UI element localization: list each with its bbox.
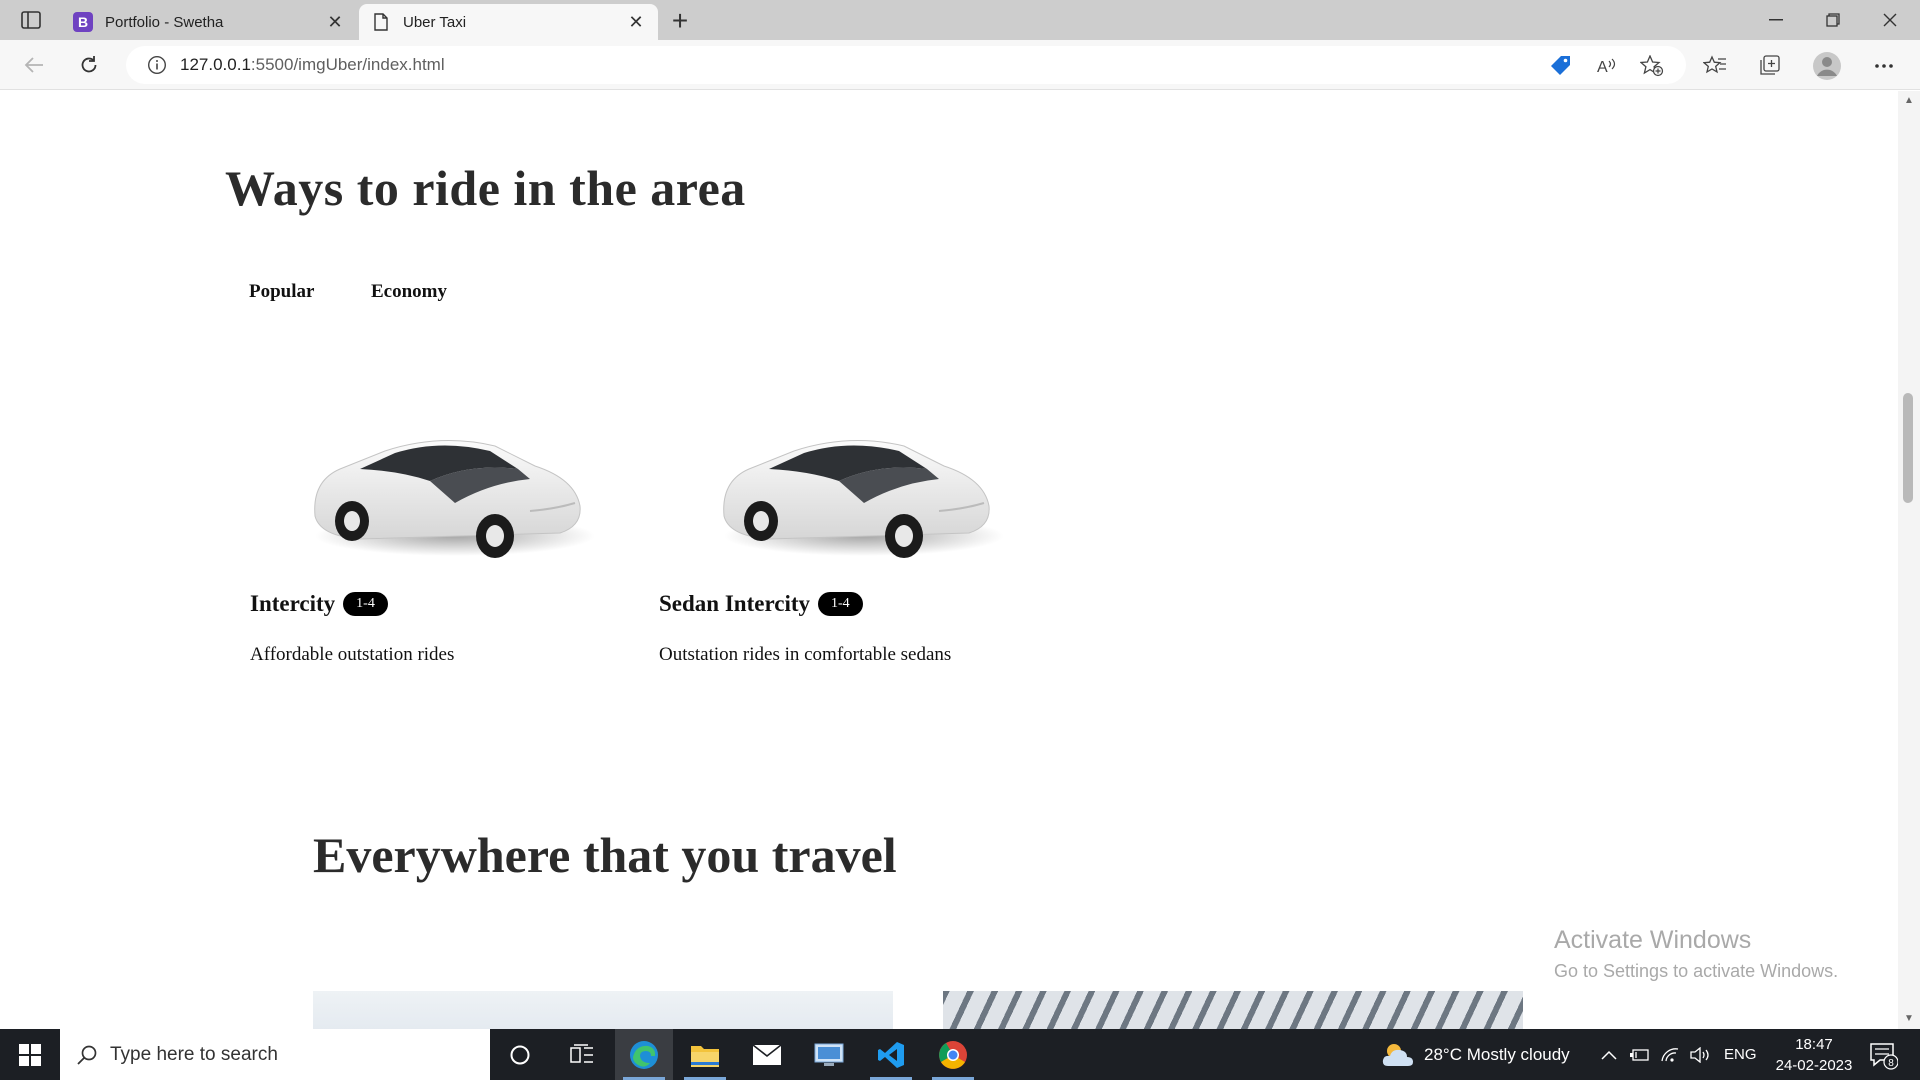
ride-card-title: Intercity 1-4	[250, 591, 388, 617]
mail-icon[interactable]	[738, 1029, 796, 1080]
url-text: 127.0.0.1:5500/imgUber/index.html	[180, 55, 445, 75]
ride-tab-popular[interactable]: Popular	[249, 281, 314, 303]
svg-text:A: A	[1597, 59, 1608, 76]
ride-card-intercity[interactable]: Intercity 1-4 Affordable outstation ride…	[250, 411, 630, 731]
language-indicator[interactable]: ENG	[1724, 1029, 1757, 1080]
capacity-badge: 1-4	[818, 592, 863, 616]
travel-heading: Everywhere that you travel	[313, 827, 897, 883]
collections-icon[interactable]	[1754, 50, 1786, 82]
add-favorite-icon[interactable]	[1636, 50, 1668, 82]
cloudy-weather-icon	[1382, 1043, 1413, 1066]
ride-card-title: Sedan Intercity 1-4	[659, 591, 863, 617]
activate-windows-watermark: Activate Windows Go to Settings to activ…	[1554, 926, 1838, 982]
ride-name: Intercity	[250, 591, 336, 616]
car-image	[314, 440, 595, 558]
volume-icon[interactable]	[1690, 1029, 1712, 1080]
url-host: 127.0.0.1	[180, 55, 251, 74]
browser-toolbar: 127.0.0.1:5500/imgUber/index.html A	[0, 40, 1920, 90]
windows-start-icon[interactable]	[0, 1029, 60, 1080]
url-path: :5500/imgUber/index.html	[250, 55, 445, 74]
remote-desktop-icon[interactable]	[800, 1029, 858, 1080]
clock-time: 18:47	[1795, 1036, 1833, 1053]
edge-icon[interactable]	[615, 1029, 673, 1080]
battery-icon[interactable]	[1630, 1029, 1650, 1080]
close-tab-icon[interactable]: ✕	[622, 8, 650, 36]
travel-photo-right	[943, 991, 1523, 1029]
weather-text: 28°C Mostly cloudy	[1424, 1044, 1570, 1064]
close-tab-icon[interactable]: ✕	[321, 8, 349, 36]
back-icon[interactable]	[16, 48, 52, 82]
watermark-title: Activate Windows	[1554, 926, 1752, 954]
windows-taskbar: Type here to search 28°C Mostly cloudy E…	[0, 1029, 1920, 1080]
file-explorer-icon[interactable]	[676, 1029, 734, 1080]
profile-avatar-icon[interactable]	[1811, 50, 1843, 82]
browser-tab-bar: B Portfolio - Swetha ✕ Uber Taxi ✕ +	[0, 0, 1920, 40]
watermark-subtitle: Go to Settings to activate Windows.	[1554, 961, 1839, 981]
notification-center-icon[interactable]: 8	[1868, 1040, 1899, 1070]
search-icon	[74, 1042, 100, 1068]
clock-date: 24-02-2023	[1775, 1057, 1853, 1074]
scroll-down-icon[interactable]: ▼	[1903, 1013, 1915, 1025]
chrome-icon[interactable]	[924, 1029, 982, 1080]
scroll-up-icon[interactable]: ▲	[1903, 95, 1915, 107]
notification-count: 8	[1888, 1058, 1894, 1069]
tab-portfolio[interactable]: B Portfolio - Swetha ✕	[61, 4, 357, 40]
tab-actions-icon[interactable]	[14, 8, 48, 32]
tab-uber-taxi[interactable]: Uber Taxi ✕	[359, 4, 658, 40]
tab-title: Uber Taxi	[403, 13, 467, 31]
ride-description: Outstation rides in comfortable sedans	[659, 644, 952, 665]
wifi-icon[interactable]	[1660, 1029, 1680, 1080]
cortana-icon[interactable]	[491, 1029, 549, 1080]
system-clock[interactable]: 18:47 24-02-2023	[1764, 1034, 1864, 1076]
ride-description: Affordable outstation rides	[250, 644, 455, 665]
search-placeholder: Type here to search	[110, 1043, 278, 1065]
favorites-icon[interactable]	[1699, 50, 1731, 82]
info-icon[interactable]	[146, 54, 168, 76]
close-window-icon[interactable]	[1862, 0, 1918, 40]
task-view-icon[interactable]	[553, 1029, 611, 1080]
page-scrollbar[interactable]: ▲ ▼	[1898, 91, 1920, 1029]
new-tab-icon[interactable]: +	[664, 5, 696, 36]
svg-text:B: B	[78, 14, 88, 30]
page-viewport: Ways to ride in the area Popular Economy…	[0, 91, 1898, 1029]
capacity-badge: 1-4	[343, 592, 388, 616]
read-aloud-icon[interactable]: A	[1590, 50, 1622, 82]
refresh-icon[interactable]	[71, 48, 107, 82]
weather-widget[interactable]: 28°C Mostly cloudy	[1380, 1029, 1570, 1080]
taskbar-search-box[interactable]: Type here to search	[60, 1029, 490, 1080]
scrollbar-thumb[interactable]	[1903, 393, 1913, 503]
restore-icon[interactable]	[1805, 0, 1861, 40]
page-icon	[371, 12, 391, 32]
car-image	[723, 440, 1004, 558]
show-hidden-icons[interactable]	[1601, 1029, 1617, 1080]
travel-photo-left	[313, 991, 893, 1029]
ride-tab-economy[interactable]: Economy	[371, 281, 447, 303]
address-bar[interactable]: 127.0.0.1:5500/imgUber/index.html	[126, 46, 1686, 84]
minimize-icon[interactable]	[1748, 0, 1804, 40]
ride-name: Sedan Intercity	[659, 591, 810, 616]
vscode-icon[interactable]	[862, 1029, 920, 1080]
more-options-icon[interactable]	[1868, 50, 1900, 82]
shopping-tag-icon[interactable]	[1545, 50, 1577, 82]
bootstrap-icon: B	[73, 12, 93, 32]
tab-title: Portfolio - Swetha	[105, 13, 224, 31]
rides-heading: Ways to ride in the area	[225, 160, 746, 216]
ride-card-sedan-intercity[interactable]: Sedan Intercity 1-4 Outstation rides in …	[659, 411, 1039, 731]
